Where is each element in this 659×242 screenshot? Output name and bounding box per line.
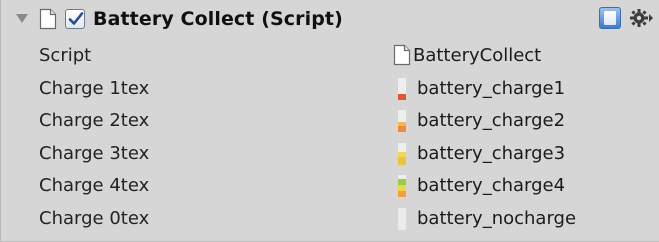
battery-texture-icon (393, 142, 411, 170)
texture-field-charge3[interactable]: battery_charge3 (417, 143, 565, 164)
field-label: Charge 0tex (39, 207, 150, 229)
document-icon (393, 44, 411, 70)
help-icon[interactable] (599, 7, 621, 29)
field-row-charge1: Charge 1tex battery_charge1 (1, 73, 659, 106)
field-label: Charge 4tex (39, 175, 150, 196)
field-label: Charge 3tex (39, 142, 150, 164)
battery-texture-icon (393, 207, 411, 235)
texture-field-charge1[interactable]: battery_charge1 (417, 78, 565, 99)
field-row-charge3: Charge 3tex battery_charge3 (1, 138, 659, 171)
battery-texture-icon (393, 77, 411, 105)
component-header[interactable]: Battery Collect (Script) (1, 0, 659, 40)
component-title: Battery Collect (Script) (93, 8, 343, 30)
battery-texture-icon (393, 174, 411, 202)
field-list: Script BatteryCollect Charge 1tex batter… (1, 40, 659, 235)
field-label: Charge 2tex (39, 110, 150, 131)
field-label: Script (39, 45, 92, 66)
texture-field-charge4[interactable]: battery_charge4 (417, 175, 565, 196)
field-row-charge0: Charge 0tex battery_nocharge (1, 203, 659, 236)
texture-field-charge0[interactable]: battery_nocharge (417, 208, 576, 229)
field-label: Charge 1tex (39, 77, 150, 99)
gear-icon[interactable] (629, 7, 655, 33)
texture-field-charge2[interactable]: battery_charge2 (417, 110, 565, 131)
battery-texture-icon (393, 109, 411, 137)
script-reference-field[interactable]: BatteryCollect (413, 45, 541, 66)
fold-arrow-icon[interactable] (16, 14, 28, 23)
component-enabled-checkbox[interactable] (65, 9, 85, 29)
field-row-charge2: Charge 2tex battery_charge2 (1, 105, 659, 138)
component-inspector: Battery Collect (Script) Script BatteryC… (0, 0, 659, 242)
field-row-script: Script BatteryCollect (1, 40, 659, 73)
script-document-icon (39, 8, 57, 34)
field-row-charge4: Charge 4tex battery_charge4 (1, 170, 659, 203)
